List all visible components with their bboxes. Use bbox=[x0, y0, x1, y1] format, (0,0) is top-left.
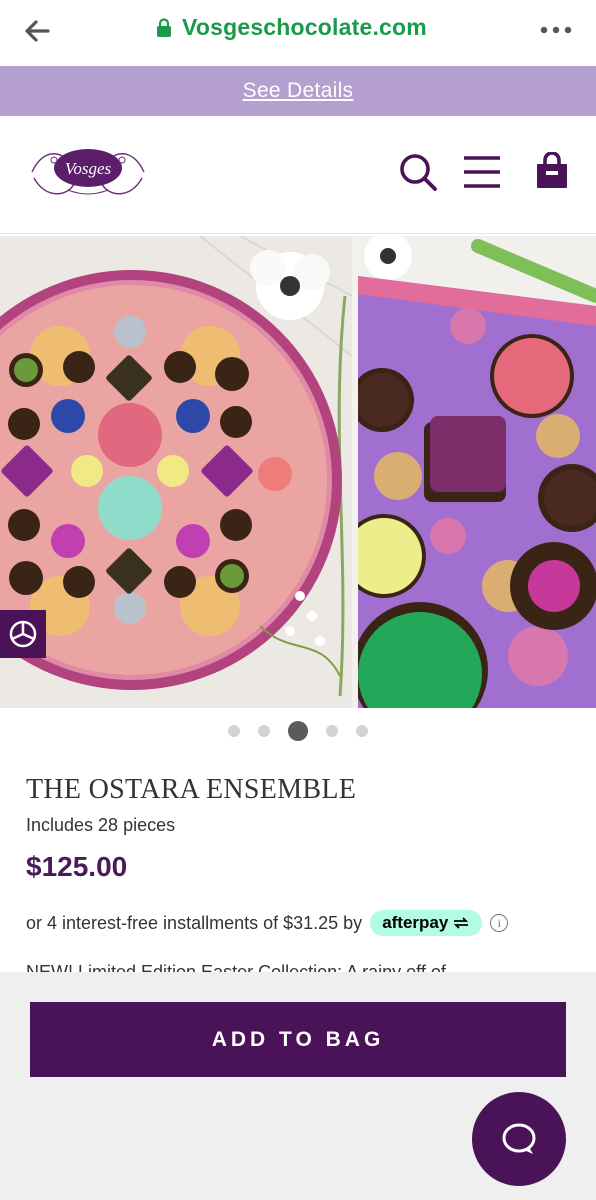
product-price: $125.00 bbox=[26, 851, 128, 882]
logo-text: Vosges bbox=[65, 159, 112, 178]
afterpay-installments: or 4 interest-free installments of $31.2… bbox=[26, 910, 509, 936]
carousel-dot[interactable] bbox=[356, 725, 368, 737]
browser-address-bar: Vosgeschocolate.com bbox=[0, 0, 596, 62]
chat-button[interactable] bbox=[472, 1092, 566, 1186]
ar-view-icon bbox=[9, 620, 37, 648]
sticky-purchase-bar: ADD TO BAG bbox=[0, 972, 596, 1200]
carousel-dot[interactable] bbox=[228, 725, 240, 737]
carousel-dot[interactable] bbox=[258, 725, 270, 737]
product-image-box-top-view bbox=[0, 236, 352, 708]
promo-banner: See Details bbox=[0, 66, 596, 116]
product-image-carousel[interactable] bbox=[0, 236, 596, 708]
product-title: THE OSTARA ENSEMBLE bbox=[26, 774, 357, 805]
piece-count: Includes 28 pieces bbox=[26, 815, 176, 835]
vosges-logo[interactable]: Vosges bbox=[24, 138, 152, 206]
product-image-box-closeup bbox=[358, 236, 596, 708]
url-field[interactable]: Vosgeschocolate.com bbox=[156, 14, 427, 41]
back-arrow-icon[interactable] bbox=[22, 16, 52, 46]
product-description: NEW! Limited Edition Easter Collection: … bbox=[26, 962, 461, 972]
afterpay-text: or 4 interest-free installments of $31.2… bbox=[26, 912, 363, 933]
url-text: Vosgeschocolate.com bbox=[182, 14, 427, 40]
info-icon[interactable]: i bbox=[490, 914, 509, 932]
hamburger-menu-icon[interactable] bbox=[462, 152, 502, 192]
site-header: Vosges bbox=[0, 116, 596, 234]
search-icon[interactable] bbox=[398, 152, 438, 192]
shopping-bag-icon[interactable] bbox=[532, 152, 572, 192]
more-dots-icon[interactable] bbox=[538, 18, 574, 42]
see-details-link[interactable]: See Details bbox=[243, 79, 354, 103]
lock-icon bbox=[157, 17, 171, 37]
afterpay-arrows-icon bbox=[454, 917, 469, 929]
afterpay-brand: afterpay bbox=[382, 913, 449, 932]
afterpay-badge[interactable]: afterpay bbox=[370, 910, 483, 936]
view-in-ar-button[interactable] bbox=[0, 610, 46, 658]
add-to-bag-button[interactable]: ADD TO BAG bbox=[30, 1002, 566, 1077]
carousel-dot[interactable] bbox=[326, 725, 338, 737]
carousel-dot-active[interactable] bbox=[288, 721, 308, 741]
chat-bubble-icon bbox=[502, 1123, 536, 1154]
carousel-pagination bbox=[0, 720, 596, 742]
